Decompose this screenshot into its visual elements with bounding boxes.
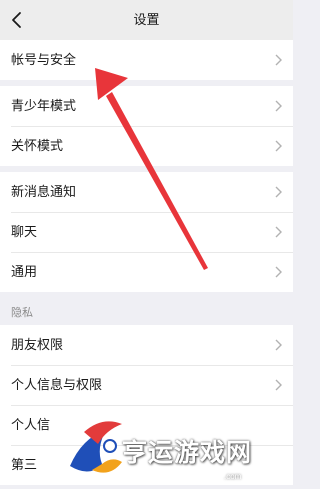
settings-item-label: 关怀模式 (11, 138, 64, 153)
mode-section: 青少年模式 关怀模式 (0, 86, 293, 166)
settings-item-label: 朋友权限 (11, 337, 64, 352)
settings-item-label: 通用 (11, 264, 38, 279)
watermark-subtext: .com (224, 472, 242, 481)
settings-item-label: 个人信息与权限 (11, 377, 103, 392)
page-title: 设置 (133, 12, 160, 27)
settings-item-teen-mode[interactable]: 青少年模式 (0, 86, 293, 126)
chevron-right-icon (275, 54, 282, 66)
chevron-right-icon (275, 140, 282, 152)
watermark-text: 亨运游戏网 (122, 440, 253, 467)
settings-item-notifications[interactable]: 新消息通知 (0, 172, 293, 212)
settings-item-label: 青少年模式 (11, 98, 77, 113)
privacy-group-label: 隐私 (11, 307, 33, 319)
chevron-right-icon (275, 226, 282, 238)
settings-item-label: 个人信 (11, 417, 51, 432)
chevron-right-icon (275, 186, 282, 198)
chevron-right-icon (275, 379, 282, 391)
settings-item-label: 帐号与安全 (11, 52, 77, 67)
settings-item-personal-info[interactable]: 个人信息与权限 (0, 365, 293, 405)
general-section: 新消息通知 聊天 通用 (0, 172, 293, 292)
settings-item-general[interactable]: 通用 (0, 252, 293, 292)
account-section: 帐号与安全 (0, 40, 293, 80)
settings-item-label: 新消息通知 (11, 184, 77, 199)
chevron-right-icon (275, 266, 282, 278)
chevron-right-icon (275, 100, 282, 112)
chevron-right-icon (275, 339, 282, 351)
settings-item-label: 第三 (11, 457, 38, 472)
settings-item-chat[interactable]: 聊天 (0, 212, 293, 252)
settings-item-friend-permissions[interactable]: 朋友权限 (0, 325, 293, 365)
nav-bar: 设置 (0, 0, 293, 40)
settings-item-label: 聊天 (11, 224, 38, 239)
settings-item-care-mode[interactable]: 关怀模式 (0, 126, 293, 166)
settings-item-account-security[interactable]: 帐号与安全 (0, 40, 293, 80)
